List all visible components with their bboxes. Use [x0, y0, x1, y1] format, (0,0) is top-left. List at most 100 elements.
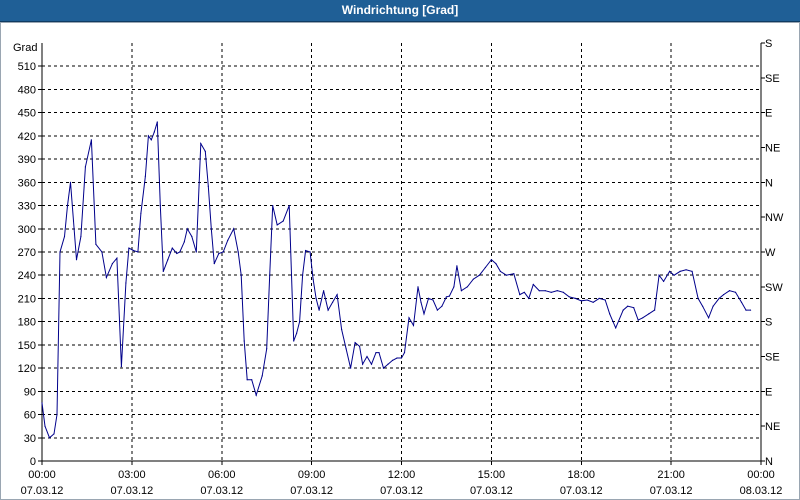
- data-point: [59, 251, 61, 253]
- data-point: [183, 241, 185, 243]
- chart-frame: 0 30 60 90 120 150 180 210 240 270 300 330 360 390 420…: [0, 22, 800, 500]
- data-point: [210, 228, 212, 230]
- data-point: [441, 305, 443, 307]
- data-point: [622, 309, 624, 311]
- y2-tick-label: SW: [765, 282, 783, 294]
- data-point: [296, 332, 298, 334]
- data-point: [417, 286, 419, 288]
- data-point: [740, 301, 743, 303]
- y-tick-label: 300: [18, 224, 36, 236]
- data-point: [255, 394, 257, 396]
- x-tick-label-time: 00:00: [747, 469, 775, 481]
- data-point: [580, 300, 582, 302]
- data-point: [362, 363, 364, 365]
- data-point: [550, 291, 552, 293]
- data-point: [592, 301, 594, 303]
- data-point: [673, 274, 675, 276]
- x-tick-label-time: 18:00: [567, 469, 595, 481]
- data-point: [432, 299, 434, 301]
- data-point: [472, 278, 474, 280]
- data-point: [69, 181, 72, 183]
- data-point: [243, 340, 245, 342]
- data-point: [749, 309, 752, 311]
- data-point: [237, 251, 239, 253]
- data-point: [179, 251, 181, 253]
- x-tick-label-date: 07.03.12: [200, 485, 243, 497]
- x-tick-label-date: 07.03.12: [560, 485, 603, 497]
- data-point: [269, 274, 271, 276]
- x-tick-label-time: 21:00: [657, 469, 685, 481]
- y-tick-label: 510: [18, 61, 36, 73]
- data-point: [484, 266, 486, 269]
- x-axis-labels: 00:00 07.03.12 03:00 07.03.12 06:00 07.03.12 0…: [21, 469, 783, 497]
- data-point: [144, 175, 146, 177]
- data-point: [490, 259, 492, 261]
- data-point: [276, 224, 278, 226]
- x-tick-label-date: 07.03.12: [650, 485, 693, 497]
- data-point: [420, 301, 422, 303]
- x-tick-label-date: 07.03.12: [290, 485, 333, 497]
- x-tick-label-date: 07.03.12: [110, 485, 153, 497]
- data-point: [460, 290, 462, 292]
- data-point: [359, 345, 361, 347]
- data-point: [315, 297, 317, 299]
- y-axis-labels: 0 30 60 90 120 150 180 210 240 270 300 330 360 390 420…: [18, 61, 36, 468]
- data-point: [147, 135, 149, 137]
- data-point: [195, 251, 197, 253]
- data-point: [538, 290, 540, 292]
- data-point: [293, 340, 295, 342]
- line-chart: 0 30 60 90 120 150 180 210 240 270 300 330 360 390 420…: [13, 38, 784, 497]
- data-point: [80, 235, 82, 238]
- data-point: [637, 319, 639, 321]
- data-point: [90, 139, 92, 141]
- y-tick-label: 150: [18, 340, 36, 352]
- x-tick-label-time: 09:00: [298, 469, 326, 481]
- y2-tick-label: E: [765, 108, 772, 120]
- data-point: [453, 286, 455, 288]
- data-point: [191, 235, 193, 238]
- series-line: [41, 121, 751, 439]
- x-tick-label-time: 03:00: [118, 469, 146, 481]
- data-point: [615, 327, 617, 329]
- data-point: [718, 297, 720, 299]
- data-point: [712, 305, 714, 307]
- data-point: [648, 313, 650, 315]
- data-point: [66, 205, 69, 207]
- data-point: [233, 228, 235, 230]
- data-point: [366, 355, 368, 358]
- data-point: [708, 317, 710, 319]
- data-point: [327, 309, 329, 311]
- data-point: [200, 143, 202, 145]
- data-point: [53, 433, 55, 435]
- data-point: [246, 379, 248, 381]
- data-point: [642, 317, 644, 319]
- data-point: [427, 297, 430, 299]
- data-point: [171, 247, 173, 249]
- data-point: [685, 269, 687, 271]
- data-point: [204, 150, 206, 152]
- data-point: [562, 291, 564, 293]
- y-tick-label: 0: [30, 456, 36, 468]
- data-point: [568, 296, 570, 298]
- chart-title: Windrichtung [Grad]: [341, 3, 459, 17]
- data-point: [728, 290, 731, 292]
- data-point: [387, 363, 389, 365]
- data-point: [499, 270, 501, 272]
- data-point: [544, 290, 546, 292]
- data-point: [403, 352, 406, 354]
- data-point: [478, 274, 480, 276]
- data-point: [627, 305, 629, 307]
- data-point: [288, 205, 290, 207]
- data-point: [159, 205, 161, 207]
- data-point: [408, 317, 410, 319]
- y-tick-label: 60: [24, 410, 36, 422]
- data-point: [423, 313, 425, 315]
- x-tick-label-date: 07.03.12: [470, 485, 513, 497]
- data-point: [723, 294, 725, 296]
- data-point: [84, 166, 86, 168]
- data-point: [691, 270, 693, 272]
- data-point: [436, 309, 438, 311]
- data-point: [528, 297, 530, 299]
- data-point: [207, 185, 209, 187]
- data-point: [658, 274, 660, 276]
